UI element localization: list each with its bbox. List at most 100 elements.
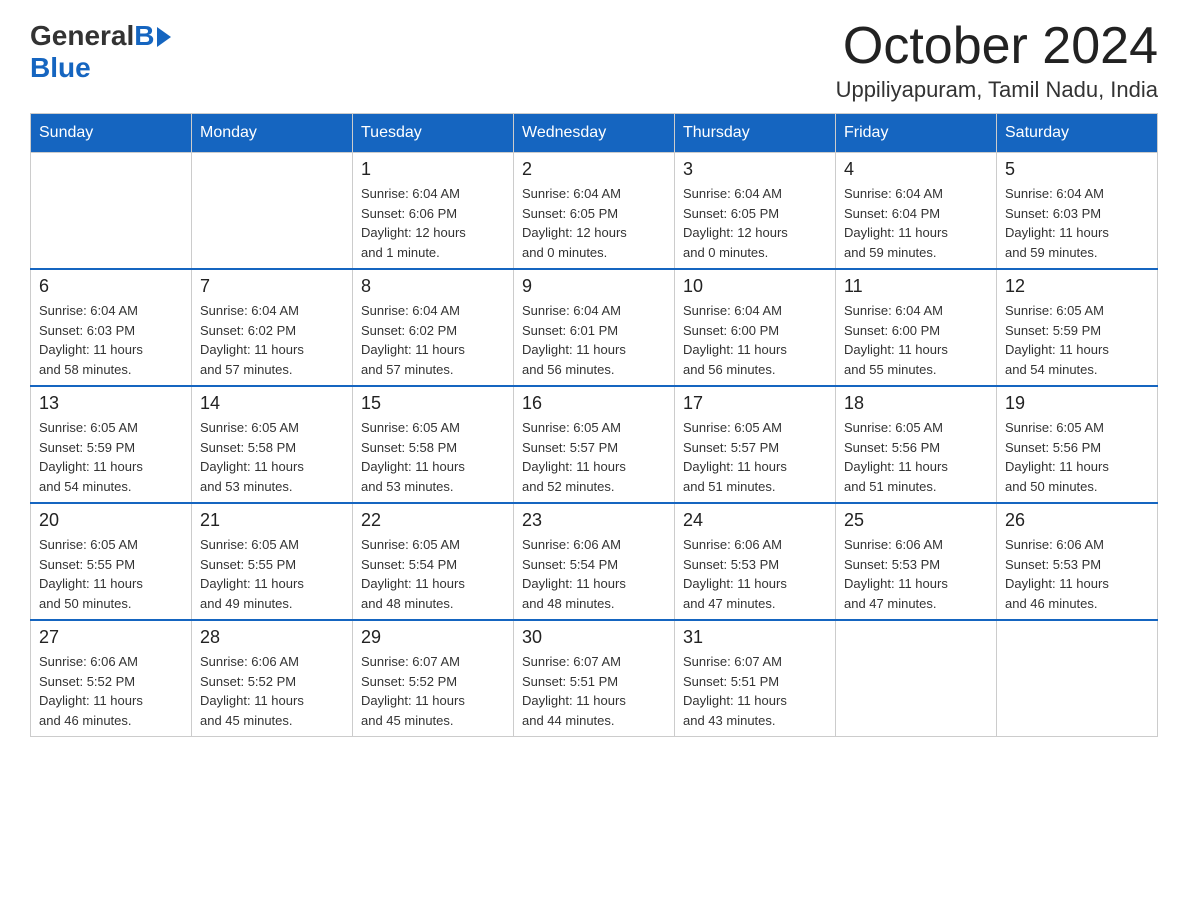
calendar-cell: 9Sunrise: 6:04 AMSunset: 6:01 PMDaylight… [514, 269, 675, 386]
day-number: 6 [39, 276, 183, 297]
day-info: Sunrise: 6:06 AMSunset: 5:53 PMDaylight:… [844, 535, 988, 613]
calendar-cell: 19 Sunrise: 6:05 AMSunset: 5:56 PMDayligh… [997, 386, 1158, 503]
calendar-table: SundayMondayTuesdayWednesdayThursdayFrid… [30, 113, 1158, 737]
day-info: Sunrise: 6:05 AMSunset: 5:59 PMDaylight:… [1005, 301, 1149, 379]
calendar-cell: 21 Sunrise: 6:05 AMSunset: 5:55 PMDayligh… [192, 503, 353, 620]
day-info: Sunrise: 6:06 AMSunset: 5:53 PMDaylight:… [683, 535, 827, 613]
day-info: Sunrise: 6:04 AMSunset: 6:06 PMDaylight:… [361, 184, 505, 262]
day-info: Sunrise: 6:05 AMSunset: 5:57 PMDaylight:… [683, 418, 827, 496]
logo-general-text: General [30, 20, 134, 52]
calendar-cell [997, 620, 1158, 737]
day-number: 15 [361, 393, 505, 414]
calendar-cell: 1 Sunrise: 6:04 AMSunset: 6:06 PMDaylight… [353, 153, 514, 270]
calendar-header-wednesday: Wednesday [514, 114, 675, 153]
day-info: Sunrise: 6:05 AMSunset: 5:56 PMDaylight:… [1005, 418, 1149, 496]
day-info: Sunrise: 6:07 AMSunset: 5:51 PMDaylight:… [683, 652, 827, 730]
logo-b: B [134, 20, 154, 52]
calendar-cell: 27 Sunrise: 6:06 AMSunset: 5:52 PMDayligh… [31, 620, 192, 737]
day-info: Sunrise: 6:04 AMSunset: 6:02 PMDaylight:… [361, 301, 505, 379]
day-info: Sunrise: 6:05 AMSunset: 5:57 PMDaylight:… [522, 418, 666, 496]
logo-blue-text: Blue [30, 52, 91, 84]
calendar-cell: 10Sunrise: 6:04 AMSunset: 6:00 PMDayligh… [675, 269, 836, 386]
calendar-header-friday: Friday [836, 114, 997, 153]
day-info: Sunrise: 6:05 AMSunset: 5:58 PMDaylight:… [361, 418, 505, 496]
day-number: 31 [683, 627, 827, 648]
calendar-cell: 11 Sunrise: 6:04 AMSunset: 6:00 PMDayligh… [836, 269, 997, 386]
calendar-cell: 29 Sunrise: 6:07 AMSunset: 5:52 PMDayligh… [353, 620, 514, 737]
day-number: 4 [844, 159, 988, 180]
logo-arrow-icon [157, 27, 171, 47]
day-info: Sunrise: 6:05 AMSunset: 5:58 PMDaylight:… [200, 418, 344, 496]
day-number: 16 [522, 393, 666, 414]
calendar-cell: 26Sunrise: 6:06 AMSunset: 5:53 PMDayligh… [997, 503, 1158, 620]
calendar-header-sunday: Sunday [31, 114, 192, 153]
calendar-cell: 28 Sunrise: 6:06 AMSunset: 5:52 PMDayligh… [192, 620, 353, 737]
calendar-cell: 6Sunrise: 6:04 AMSunset: 6:03 PMDaylight… [31, 269, 192, 386]
day-number: 2 [522, 159, 666, 180]
calendar-cell: 15 Sunrise: 6:05 AMSunset: 5:58 PMDayligh… [353, 386, 514, 503]
day-info: Sunrise: 6:04 AMSunset: 6:01 PMDaylight:… [522, 301, 666, 379]
day-info: Sunrise: 6:05 AMSunset: 5:55 PMDaylight:… [200, 535, 344, 613]
day-number: 29 [361, 627, 505, 648]
day-number: 21 [200, 510, 344, 531]
day-number: 17 [683, 393, 827, 414]
day-number: 25 [844, 510, 988, 531]
calendar-cell: 12 Sunrise: 6:05 AMSunset: 5:59 PMDayligh… [997, 269, 1158, 386]
calendar-week-row: 1 Sunrise: 6:04 AMSunset: 6:06 PMDaylight… [31, 153, 1158, 270]
calendar-cell: 8Sunrise: 6:04 AMSunset: 6:02 PMDaylight… [353, 269, 514, 386]
day-info: Sunrise: 6:05 AMSunset: 5:54 PMDaylight:… [361, 535, 505, 613]
day-number: 12 [1005, 276, 1149, 297]
calendar-cell: 30Sunrise: 6:07 AMSunset: 5:51 PMDayligh… [514, 620, 675, 737]
calendar-cell [836, 620, 997, 737]
calendar-header-tuesday: Tuesday [353, 114, 514, 153]
day-number: 3 [683, 159, 827, 180]
day-info: Sunrise: 6:06 AMSunset: 5:52 PMDaylight:… [39, 652, 183, 730]
calendar-cell: 23 Sunrise: 6:06 AMSunset: 5:54 PMDayligh… [514, 503, 675, 620]
calendar-header-monday: Monday [192, 114, 353, 153]
day-number: 5 [1005, 159, 1149, 180]
calendar-cell: 7Sunrise: 6:04 AMSunset: 6:02 PMDaylight… [192, 269, 353, 386]
day-number: 14 [200, 393, 344, 414]
day-info: Sunrise: 6:04 AMSunset: 6:03 PMDaylight:… [1005, 184, 1149, 262]
day-number: 22 [361, 510, 505, 531]
day-number: 7 [200, 276, 344, 297]
day-number: 23 [522, 510, 666, 531]
day-number: 27 [39, 627, 183, 648]
calendar-cell: 18 Sunrise: 6:05 AMSunset: 5:56 PMDayligh… [836, 386, 997, 503]
calendar-week-row: 27 Sunrise: 6:06 AMSunset: 5:52 PMDayligh… [31, 620, 1158, 737]
calendar-cell: 5 Sunrise: 6:04 AMSunset: 6:03 PMDaylight… [997, 153, 1158, 270]
calendar-cell: 22 Sunrise: 6:05 AMSunset: 5:54 PMDayligh… [353, 503, 514, 620]
day-info: Sunrise: 6:07 AMSunset: 5:52 PMDaylight:… [361, 652, 505, 730]
day-info: Sunrise: 6:05 AMSunset: 5:56 PMDaylight:… [844, 418, 988, 496]
calendar-cell: 2Sunrise: 6:04 AMSunset: 6:05 PMDaylight… [514, 153, 675, 270]
day-info: Sunrise: 6:06 AMSunset: 5:54 PMDaylight:… [522, 535, 666, 613]
calendar-week-row: 6Sunrise: 6:04 AMSunset: 6:03 PMDaylight… [31, 269, 1158, 386]
calendar-cell: 17 Sunrise: 6:05 AMSunset: 5:57 PMDayligh… [675, 386, 836, 503]
day-info: Sunrise: 6:06 AMSunset: 5:52 PMDaylight:… [200, 652, 344, 730]
calendar-header-row: SundayMondayTuesdayWednesdayThursdayFrid… [31, 114, 1158, 153]
day-number: 19 [1005, 393, 1149, 414]
calendar-header-thursday: Thursday [675, 114, 836, 153]
calendar-cell: 4Sunrise: 6:04 AMSunset: 6:04 PMDaylight… [836, 153, 997, 270]
day-number: 24 [683, 510, 827, 531]
title-section: October 2024 Uppiliyapuram, Tamil Nadu, … [836, 20, 1158, 103]
location-text: Uppiliyapuram, Tamil Nadu, India [836, 77, 1158, 103]
day-number: 1 [361, 159, 505, 180]
logo: General B Blue [30, 20, 171, 84]
page-header: General B Blue October 2024 Uppiliyapura… [30, 20, 1158, 103]
day-info: Sunrise: 6:04 AMSunset: 6:00 PMDaylight:… [844, 301, 988, 379]
day-number: 13 [39, 393, 183, 414]
day-info: Sunrise: 6:05 AMSunset: 5:55 PMDaylight:… [39, 535, 183, 613]
calendar-header-saturday: Saturday [997, 114, 1158, 153]
day-number: 18 [844, 393, 988, 414]
day-number: 28 [200, 627, 344, 648]
logo-blue-part: B [134, 20, 170, 52]
calendar-cell [31, 153, 192, 270]
month-title: October 2024 [836, 20, 1158, 72]
day-info: Sunrise: 6:04 AMSunset: 6:00 PMDaylight:… [683, 301, 827, 379]
calendar-cell: 3Sunrise: 6:04 AMSunset: 6:05 PMDaylight… [675, 153, 836, 270]
day-number: 11 [844, 276, 988, 297]
day-info: Sunrise: 6:07 AMSunset: 5:51 PMDaylight:… [522, 652, 666, 730]
calendar-week-row: 13Sunrise: 6:05 AMSunset: 5:59 PMDayligh… [31, 386, 1158, 503]
calendar-cell: 24 Sunrise: 6:06 AMSunset: 5:53 PMDayligh… [675, 503, 836, 620]
